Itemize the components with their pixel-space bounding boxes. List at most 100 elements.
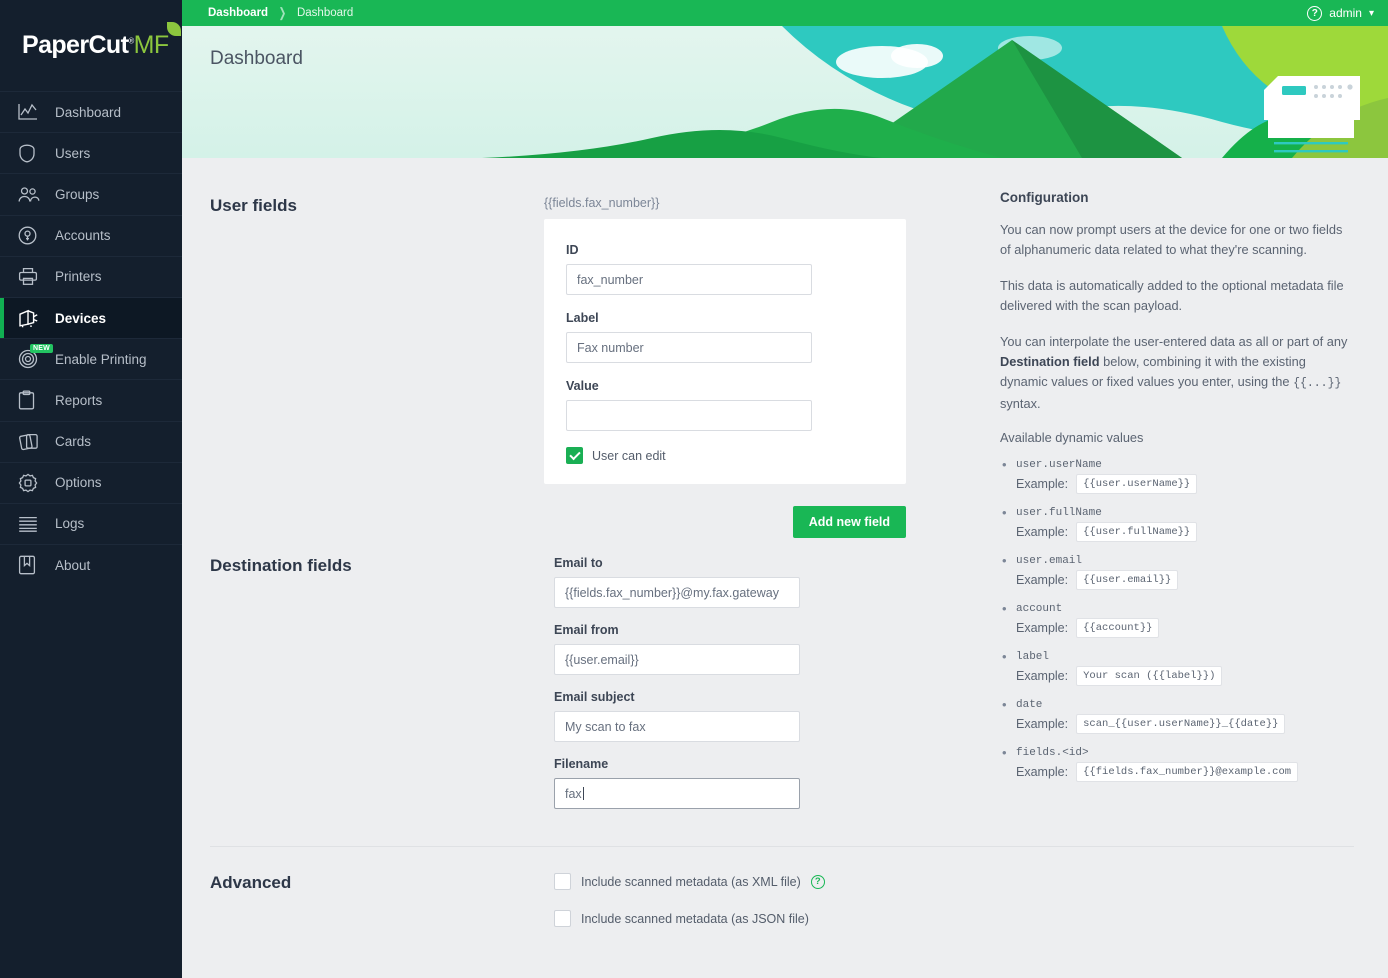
email-to-input[interactable]: {{fields.fax_number}}@my.fax.gateway [554, 577, 800, 608]
brand-logo-text: PaperCut®MF [22, 22, 181, 60]
dynamic-value-name: fields.<id> [1016, 747, 1089, 759]
configuration-paragraph-1: You can now prompt users at the device f… [1000, 222, 1343, 257]
dynamic-value-example-code: {{user.fullName}} [1076, 522, 1198, 542]
dynamic-value-example-row: Example: {{fields.fax_number}}@example.co… [1016, 762, 1350, 782]
configuration-paragraph-2: This data is automatically added to the … [1000, 278, 1344, 313]
configuration-panel: Configuration You can now prompt users a… [1000, 190, 1350, 795]
printer-icon [18, 267, 46, 286]
dynamic-value-item: label Example: Your scan ({{label}}) [1000, 649, 1350, 686]
id-input[interactable]: fax_number [566, 264, 812, 295]
chevron-down-icon[interactable]: ▾ [1369, 8, 1374, 19]
groups-icon [18, 186, 46, 203]
include-xml-metadata-label: Include scanned metadata (as XML file) [581, 874, 801, 889]
breadcrumb-separator-icon: ❯ [278, 5, 287, 20]
sidebar-item-label: Printers [55, 269, 102, 285]
app-root: PaperCut®MF Dashboard Users Groups Accounts… [0, 0, 1388, 978]
configuration-paragraph-3: You can interpolate the user-entered dat… [1000, 332, 1350, 414]
dynamic-value-name: user.fullName [1016, 507, 1102, 519]
add-new-field-row: Add new field [544, 506, 906, 538]
advanced-xml-row[interactable]: Include scanned metadata (as XML file) ? [554, 873, 1354, 890]
dynamic-value-name: account [1016, 603, 1063, 615]
dynamic-value-item: fields.<id> Example: {{fields.fax_number}}… [1000, 745, 1350, 782]
user-can-edit-row[interactable]: User can edit [566, 447, 884, 464]
sidebar-item-reports[interactable]: Reports [0, 379, 182, 420]
dynamic-value-item: account Example: {{account}} [1000, 601, 1350, 638]
include-json-metadata-checkbox[interactable] [554, 910, 571, 927]
brand-logo[interactable]: PaperCut®MF [0, 0, 182, 91]
sidebar-item-label: Cards [55, 434, 92, 450]
cfg-p3-code: {{...}} [1293, 377, 1342, 390]
example-label: Example: [1016, 669, 1069, 683]
sidebar-item-dashboard[interactable]: Dashboard [0, 91, 182, 132]
dynamic-value-name: user.userName [1016, 459, 1102, 471]
field-group-value: Value [566, 379, 884, 431]
sidebar-item-label: Users [55, 145, 91, 161]
label-input[interactable]: Fax number [566, 332, 812, 363]
cfg-p3-a: You can interpolate the user-entered dat… [1000, 334, 1348, 349]
banner-illustration [182, 26, 1388, 158]
dynamic-value-example-row: Example: {{user.email}} [1016, 570, 1350, 590]
dynamic-values-list: user.userNameExample:{{user.userName}}us… [1000, 457, 1350, 782]
cfg-p3-c: syntax. [1000, 396, 1041, 411]
destination-fields-title: Destination fields [210, 556, 352, 575]
dynamic-value-example-code: {{account}} [1076, 618, 1160, 638]
help-icon[interactable]: ? [1307, 5, 1323, 21]
hero-banner: Dashboard [182, 26, 1388, 158]
user-can-edit-checkbox[interactable] [566, 447, 583, 464]
sidebar-item-cards[interactable]: Cards [0, 420, 182, 462]
sidebar-item-label: About [55, 557, 91, 573]
email-from-input[interactable]: {{user.email}} [554, 644, 800, 675]
sidebar-item-about[interactable]: About [0, 544, 182, 585]
sidebar-item-options[interactable]: Options [0, 461, 182, 503]
include-xml-metadata-checkbox[interactable] [554, 873, 571, 890]
sidebar-item-label: Groups [55, 186, 100, 202]
sidebar-item-label: Dashboard [55, 104, 122, 120]
add-new-field-button[interactable]: Add new field [792, 506, 906, 538]
clipboard-icon [18, 390, 46, 410]
dynamic-value-example-code: {{user.userName}} [1076, 474, 1198, 494]
admin-menu-label[interactable]: admin [1329, 6, 1362, 20]
available-dynamic-values-title: Available dynamic values [1000, 430, 1144, 445]
email-subject-input[interactable]: My scan to fax [554, 711, 800, 742]
user-fields-title: User fields [210, 196, 297, 215]
xml-help-icon[interactable]: ? [810, 874, 825, 889]
bookmark-icon [18, 555, 46, 575]
sidebar-item-logs[interactable]: Logs [0, 502, 182, 544]
user-icon [18, 144, 46, 163]
dynamic-value-example-code: {{fields.fax_number}}@example.com [1076, 762, 1299, 782]
example-label: Example: [1016, 717, 1069, 731]
dynamic-value-item: user.email Example: {{user.email}} [1000, 553, 1350, 590]
breadcrumb-item-root[interactable]: Dashboard [208, 7, 268, 19]
sidebar-item-users[interactable]: Users [0, 132, 182, 173]
dynamic-value-example-code: Your scan ({{label}}) [1076, 666, 1223, 686]
dynamic-value-example-row: Example: Your scan ({{label}}) [1016, 666, 1350, 686]
sidebar-item-devices[interactable]: Devices [0, 296, 182, 339]
dynamic-value-item: user.fullName Example: {{user.fullName}} [1000, 505, 1350, 542]
field-group-label: Label Fax number [566, 311, 884, 363]
advanced-json-row[interactable]: Include scanned metadata (as JSON file) [554, 910, 1354, 927]
sidebar-item-enable-printing[interactable]: NEW Enable Printing [0, 338, 182, 379]
device-icon [18, 309, 46, 328]
dynamic-value-name: user.email [1016, 555, 1083, 567]
dynamic-value-item: user.userName Example: {{user.userName}} [1000, 457, 1350, 494]
id-label: ID [566, 243, 579, 257]
sidebar-item-printers[interactable]: Printers [0, 255, 182, 297]
top-bar-right: ? admin ▾ [1307, 5, 1374, 21]
sidebar-item-accounts[interactable]: Accounts [0, 214, 182, 256]
filename-input-text: fax [565, 786, 582, 801]
dynamic-value-name: label [1016, 651, 1050, 663]
breadcrumb-item-current: Dashboard [296, 7, 354, 19]
dynamic-value-example-code: scan_{{user.userName}}_{{date}} [1076, 714, 1286, 734]
sidebar-nav: Dashboard Users Groups Accounts Printers Devi… [0, 91, 182, 585]
dynamic-value-example-row: Example: {{account}} [1016, 618, 1350, 638]
advanced-title: Advanced [210, 873, 292, 892]
sidebar-item-groups[interactable]: Groups [0, 173, 182, 214]
dynamic-value-example-code: {{user.email}} [1076, 570, 1179, 590]
cards-icon [18, 432, 46, 451]
sidebar-item-label: Reports [55, 392, 103, 408]
page-title: Dashboard [210, 48, 303, 69]
value-input[interactable] [566, 400, 812, 431]
user-field-card: ID fax_number Label Fax number Value Use… [544, 219, 906, 484]
dynamic-value-item: date Example: scan_{{user.userName}}_{{dat… [1000, 697, 1350, 734]
filename-input[interactable]: fax [554, 778, 800, 809]
